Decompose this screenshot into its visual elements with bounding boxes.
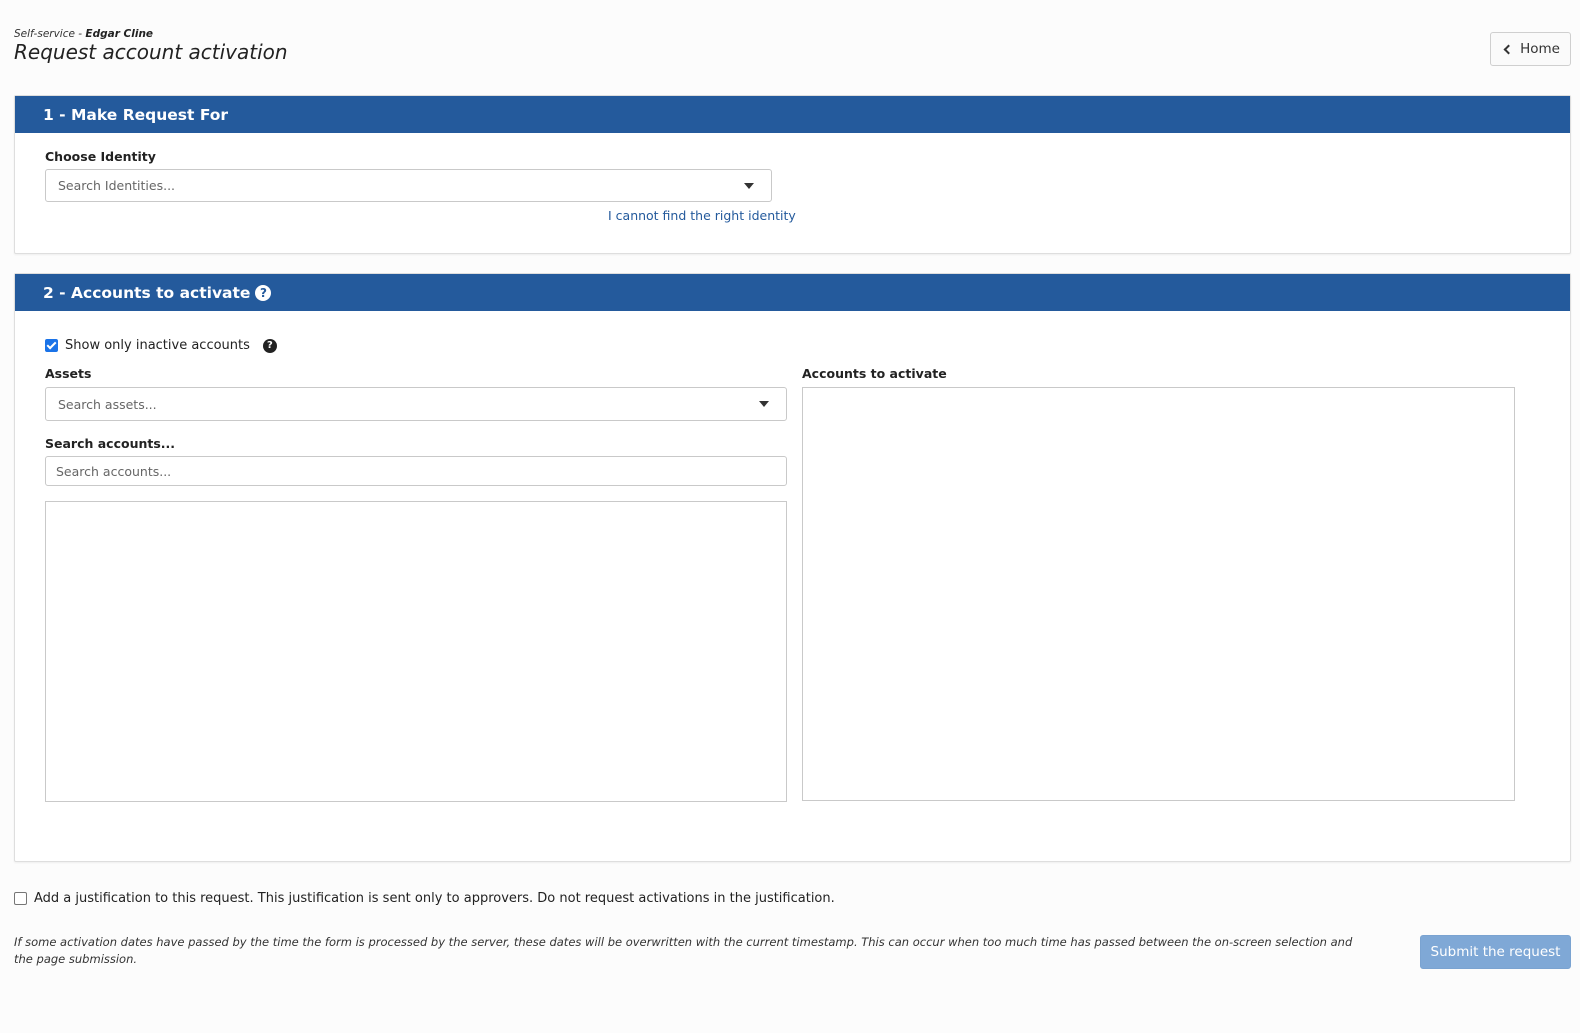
- justification-row: Add a justification to this request. Thi…: [14, 891, 835, 906]
- accounts-to-activate-label: Accounts to activate: [802, 366, 947, 381]
- caret-down-icon: [759, 401, 769, 407]
- chevron-left-icon: [1503, 44, 1514, 54]
- assets-select[interactable]: Search assets...: [45, 387, 787, 421]
- submit-request-button[interactable]: Submit the request: [1420, 935, 1571, 969]
- accounts-to-activate-header: 2 - Accounts to activate ?: [15, 274, 1570, 311]
- justification-checkbox[interactable]: [14, 892, 27, 905]
- caret-down-icon: [744, 182, 754, 189]
- accounts-to-activate-title: 2 - Accounts to activate: [43, 283, 251, 302]
- home-button-label: Home: [1520, 41, 1560, 57]
- justification-label: Add a justification to this request. Thi…: [34, 891, 835, 906]
- page-title: Request account activation: [14, 40, 288, 64]
- cannot-find-identity-link[interactable]: I cannot find the right identity: [608, 208, 796, 223]
- assets-label: Assets: [45, 366, 92, 381]
- page: Self-service - Edgar Cline Request accou…: [0, 0, 1580, 1033]
- show-inactive-checkbox[interactable]: [45, 339, 58, 352]
- accounts-to-activate-panel: 2 - Accounts to activate ? Show only ina…: [14, 273, 1571, 862]
- make-request-for-panel: 1 - Make Request For Choose Identity Sea…: [14, 95, 1571, 254]
- make-request-for-title: 1 - Make Request For: [43, 105, 229, 124]
- show-inactive-row: Show only inactive accounts ?: [45, 338, 277, 353]
- identity-select[interactable]: Search Identities...: [45, 169, 772, 202]
- search-accounts-label: Search accounts...: [45, 436, 176, 451]
- search-accounts-input[interactable]: Search accounts...: [45, 456, 787, 486]
- search-accounts-placeholder: Search accounts...: [56, 463, 172, 479]
- assets-select-placeholder: Search assets...: [58, 396, 157, 412]
- breadcrumb: Self-service - Edgar Cline: [14, 28, 153, 40]
- breadcrumb-prefix: Self-service -: [14, 28, 86, 40]
- choose-identity-label: Choose Identity: [45, 149, 156, 164]
- make-request-for-header: 1 - Make Request For: [15, 96, 1570, 133]
- home-button[interactable]: Home: [1490, 32, 1571, 66]
- accounts-to-activate-list[interactable]: [802, 387, 1515, 801]
- help-icon[interactable]: ?: [262, 338, 277, 353]
- activation-date-note: If some activation dates have passed by …: [14, 935, 1353, 966]
- breadcrumb-user: Edgar Cline: [85, 28, 154, 40]
- available-accounts-list[interactable]: [45, 501, 787, 802]
- show-inactive-label: Show only inactive accounts: [65, 338, 250, 353]
- identity-select-placeholder: Search Identities...: [58, 178, 176, 193]
- help-icon[interactable]: ?: [255, 284, 272, 301]
